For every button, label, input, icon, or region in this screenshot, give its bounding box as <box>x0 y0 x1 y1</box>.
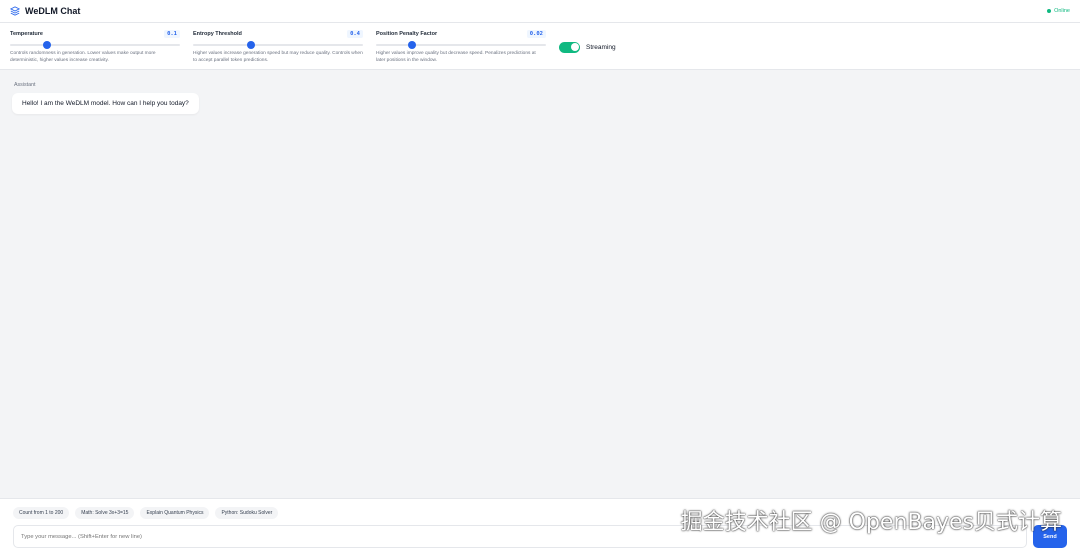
slider-thumb[interactable] <box>43 41 52 49</box>
send-button[interactable]: Send <box>1033 525 1067 548</box>
app-header: WeDLM Chat Online <box>0 0 1080 23</box>
suggestion-chip[interactable]: Math: Solve 3x+3=15 <box>75 507 135 519</box>
streaming-toggle[interactable] <box>559 41 580 53</box>
temperature-slider[interactable] <box>10 41 180 49</box>
control-label: Entropy Threshold <box>193 31 242 37</box>
status-indicator: Online <box>1047 8 1070 14</box>
suggestion-chip[interactable]: Explain Quantum Physics <box>140 507 210 519</box>
status-text: Online <box>1054 8 1070 14</box>
chat-area: Assistant Hello! I am the WeDLM model. H… <box>0 70 1080 126</box>
position-penalty-control: Position Penalty Factor 0.02 Higher value… <box>376 30 546 69</box>
control-label: Position Penalty Factor <box>376 31 438 37</box>
composer-area: Count from 1 to 200 Math: Solve 3x+3=15 … <box>0 498 1080 554</box>
control-value: 0.4 <box>347 30 363 38</box>
settings-panel: Temperature 0.1 Controls randomness in ge… <box>0 23 1080 70</box>
slider-thumb[interactable] <box>407 41 416 49</box>
streaming-setting: Streaming <box>559 41 616 53</box>
control-value: 0.02 <box>526 30 546 38</box>
control-label: Temperature <box>10 31 43 37</box>
control-value: 0.1 <box>164 30 180 38</box>
streaming-label: Streaming <box>586 43 616 51</box>
control-description: Higher values increase generation speed … <box>193 51 363 63</box>
suggestion-chip[interactable]: Count from 1 to 200 <box>13 507 70 519</box>
slider-thumb[interactable] <box>246 41 255 49</box>
control-description: Higher values improve quality but decrea… <box>376 51 536 63</box>
app-title: WeDLM Chat <box>25 6 81 16</box>
suggestion-list: Count from 1 to 200 Math: Solve 3x+3=15 … <box>13 507 1067 519</box>
message-input[interactable] <box>13 525 1027 548</box>
brand: WeDLM Chat <box>10 6 80 16</box>
suggestion-chip[interactable]: Python: Sudoku Solver <box>215 507 279 519</box>
control-description: Controls randomness in generation. Lower… <box>10 51 156 63</box>
entropy-threshold-slider[interactable] <box>193 41 363 49</box>
assistant-message: Hello! I am the WeDLM model. How can I h… <box>12 93 199 114</box>
temperature-control: Temperature 0.1 Controls randomness in ge… <box>10 30 180 69</box>
position-penalty-slider[interactable] <box>376 41 546 49</box>
entropy-threshold-control: Entropy Threshold 0.4 Higher values incre… <box>193 30 363 69</box>
layers-icon <box>10 6 20 16</box>
status-dot-icon <box>1047 9 1052 13</box>
message-role: Assistant <box>14 82 36 88</box>
